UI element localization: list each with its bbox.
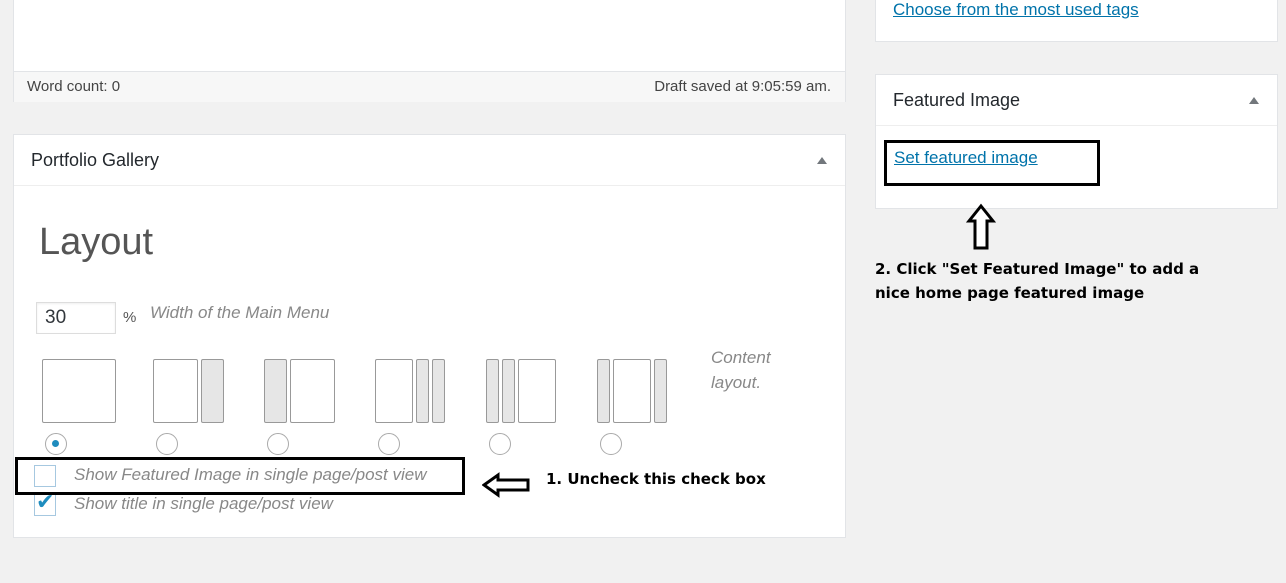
layout-column (432, 359, 445, 423)
draft-saved-status: Draft saved at 9:05:59 am. (654, 78, 831, 95)
highlight-box (884, 140, 1100, 186)
layout-column (201, 359, 224, 423)
up-arrow-icon (966, 203, 996, 250)
layout-column (416, 359, 429, 423)
layout-column (375, 359, 413, 423)
highlight-box (15, 457, 465, 495)
layout-option-2col-left[interactable] (264, 359, 340, 459)
editor-status-bar: Word count: 0 Draft saved at 9:05:59 am. (14, 71, 845, 102)
content-layout-label: Content layout. (711, 345, 771, 395)
layout-option-2col-right[interactable] (153, 359, 229, 459)
post-editor[interactable]: Word count: 0 Draft saved at 9:05:59 am. (13, 0, 846, 102)
layout-column (42, 359, 116, 423)
portfolio-gallery-header[interactable]: Portfolio Gallery (14, 135, 845, 186)
layout-column (486, 359, 499, 423)
layout-option-3col-left[interactable] (486, 359, 562, 459)
layout-option-3col-right[interactable] (375, 359, 451, 459)
layout-radio[interactable] (156, 433, 178, 455)
layout-column (264, 359, 287, 423)
tags-panel: Choose from the most used tags (875, 0, 1278, 42)
layout-column (290, 359, 335, 423)
layout-column (502, 359, 515, 423)
layout-heading: Layout (39, 221, 154, 263)
word-count: Word count: 0 (27, 78, 121, 95)
annotation-step1: 1. Uncheck this check box (546, 470, 766, 488)
content-layout-label-line: Content (711, 348, 771, 367)
left-arrow-icon (482, 472, 530, 498)
show-title-label: Show title in single page/post view (74, 494, 333, 513)
annotation-line: nice home page featured image (875, 284, 1145, 302)
collapse-arrow-icon[interactable] (817, 157, 827, 164)
layout-radio[interactable] (489, 433, 511, 455)
menu-width-input[interactable] (36, 302, 116, 334)
layout-column (654, 359, 667, 423)
layout-column (613, 359, 651, 423)
percent-unit: % (123, 309, 137, 326)
menu-width-label: Width of the Main Menu (150, 303, 330, 322)
layout-column (597, 359, 610, 423)
layout-radio[interactable] (600, 433, 622, 455)
layout-radio[interactable] (267, 433, 289, 455)
layout-column (518, 359, 556, 423)
collapse-arrow-icon[interactable] (1249, 97, 1259, 104)
layout-radio[interactable] (45, 433, 67, 455)
layout-option-3col-center[interactable] (597, 359, 673, 459)
show-title-checkbox[interactable]: ✔ (34, 489, 56, 516)
annotation-line: 2. Click "Set Featured Image" to add a (875, 260, 1200, 278)
layout-option-full[interactable] (42, 359, 118, 459)
annotation-step2: 2. Click "Set Featured Image" to add a n… (875, 257, 1199, 305)
panel-title: Featured Image (893, 90, 1021, 110)
featured-image-header[interactable]: Featured Image (876, 75, 1277, 126)
layout-column (153, 359, 198, 423)
most-used-tags-link[interactable]: Choose from the most used tags (893, 0, 1139, 20)
layout-radio[interactable] (378, 433, 400, 455)
panel-title: Portfolio Gallery (31, 150, 160, 170)
content-layout-label-line: layout. (711, 373, 762, 392)
